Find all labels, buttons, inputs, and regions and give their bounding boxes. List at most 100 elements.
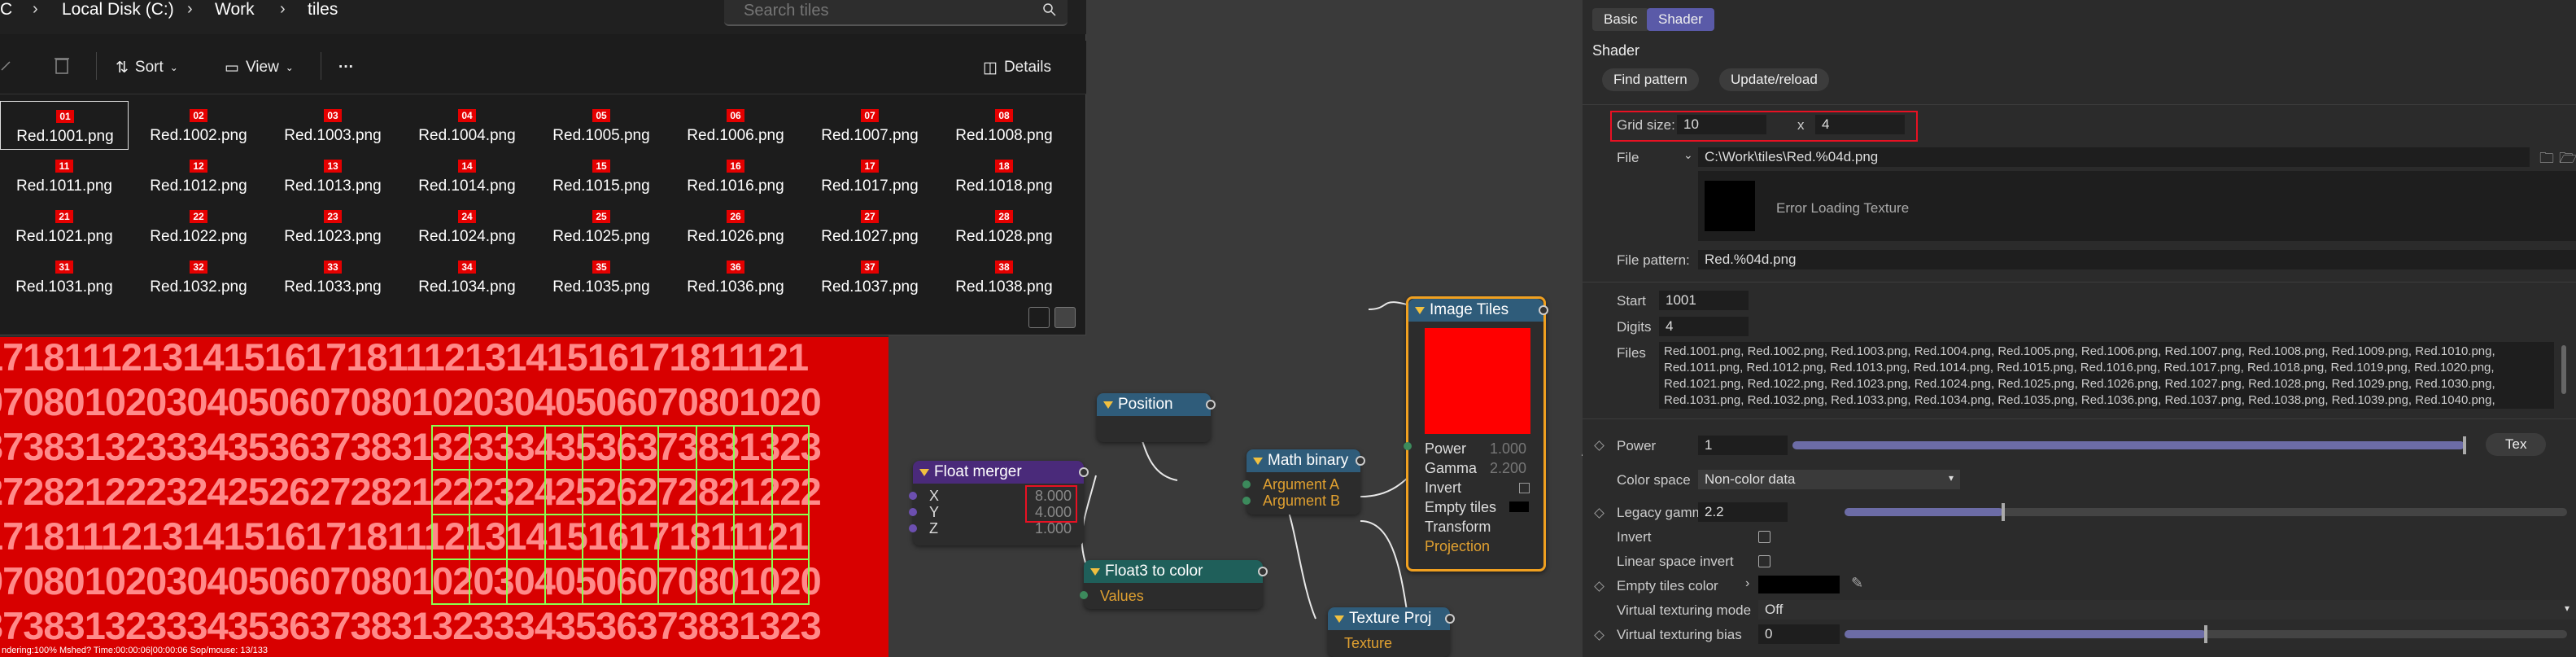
- output-port[interactable]: [1539, 305, 1548, 315]
- file-tile[interactable]: 28 Red.1028.png: [940, 202, 1068, 251]
- input-socket[interactable]: [1242, 497, 1251, 505]
- legacy-gamma-field[interactable]: [1698, 502, 1788, 522]
- view-button[interactable]: ▭ View ⌄: [225, 55, 294, 80]
- file-tile[interactable]: 18 Red.1018.png: [940, 151, 1068, 200]
- tab-basic[interactable]: Basic: [1592, 8, 1649, 31]
- tiles-view-button[interactable]: [1054, 307, 1076, 328]
- collapse-triangle-icon[interactable]: [1253, 457, 1263, 465]
- input-socket[interactable]: [909, 508, 917, 516]
- file-tile[interactable]: 05 Red.1005.png: [537, 101, 666, 150]
- power-value[interactable]: 1.000: [1490, 440, 1526, 458]
- file-tile[interactable]: 17 Red.1017.png: [806, 151, 934, 200]
- file-tile[interactable]: 01 Red.1001.png: [0, 101, 129, 150]
- input-z-value[interactable]: 1.000: [1035, 520, 1072, 537]
- grid-size-x-field[interactable]: [1677, 115, 1766, 134]
- folder-icon[interactable]: 🗀: [2539, 148, 2554, 173]
- linear-space-invert-checkbox[interactable]: [1758, 555, 1770, 567]
- file-tile[interactable]: 08 Red.1008.png: [940, 101, 1068, 150]
- slider-knob[interactable]: [2002, 503, 2006, 521]
- digits-field[interactable]: [1659, 317, 1749, 336]
- empty-tiles-swatch[interactable]: [1509, 502, 1529, 512]
- address-bar[interactable]: C › Local Disk (C:) › Work › tiles: [0, 0, 1086, 34]
- search-input[interactable]: [744, 2, 1012, 20]
- output-port[interactable]: [1445, 614, 1455, 624]
- input-socket[interactable]: [909, 524, 917, 532]
- node-texture-proj-header[interactable]: Texture Proj: [1328, 607, 1450, 630]
- node-float-merger[interactable]: Float merger X Y Z 8.000 4.000 1.000: [909, 461, 1089, 545]
- delete-icon[interactable]: [54, 55, 70, 75]
- vt-mode-dropdown[interactable]: Off ▾: [1758, 600, 2576, 620]
- node-image-tiles-header[interactable]: Image Tiles: [1408, 299, 1543, 322]
- collapse-triangle-icon[interactable]: [1334, 615, 1344, 623]
- file-tile[interactable]: 07 Red.1007.png: [806, 101, 934, 150]
- search-box[interactable]: [724, 0, 1068, 26]
- node-image-tiles[interactable]: Image Tiles Power 1.000 Gamma 2.200 Inve…: [1404, 296, 1548, 572]
- input-socket[interactable]: [1404, 442, 1412, 450]
- output-port[interactable]: [1258, 567, 1268, 576]
- file-explorer-window[interactable]: C › Local Disk (C:) › Work › tiles ⇅ Sor…: [0, 0, 1086, 335]
- slider-knob[interactable]: [2463, 436, 2466, 454]
- keyframe-diamond-icon[interactable]: [1594, 440, 1605, 451]
- folder-open-icon[interactable]: 🗁: [2559, 148, 2576, 173]
- find-pattern-button[interactable]: Find pattern: [1602, 68, 1699, 91]
- render-viewport[interactable]: 1718111213141516171811121314151617181112…: [0, 337, 889, 657]
- more-options-button[interactable]: ···: [338, 55, 354, 80]
- output-port[interactable]: [1206, 400, 1216, 410]
- file-tile[interactable]: 25 Red.1025.png: [537, 202, 666, 251]
- chevron-down-icon[interactable]: ⌄: [1683, 148, 1693, 162]
- file-tile[interactable]: 35 Red.1035.png: [537, 252, 666, 301]
- file-tile[interactable]: 36 Red.1036.png: [671, 252, 800, 301]
- tex-button[interactable]: Tex: [2486, 433, 2547, 456]
- file-tile[interactable]: 12 Red.1012.png: [134, 151, 263, 200]
- file-tile[interactable]: 38 Red.1038.png: [940, 252, 1068, 301]
- slider-knob[interactable]: [2204, 625, 2207, 643]
- grid-size-y-field[interactable]: [1815, 115, 1905, 134]
- file-tile[interactable]: 13 Red.1013.png: [269, 151, 397, 200]
- input-socket[interactable]: [1080, 591, 1088, 599]
- collapse-triangle-icon[interactable]: [919, 468, 929, 476]
- files-list[interactable]: Red.1001.png, Red.1002.png, Red.1003.png…: [1659, 342, 2554, 409]
- node-float3-to-color[interactable]: Float3 to color Values: [1080, 560, 1268, 609]
- invert-checkbox[interactable]: [1758, 531, 1770, 543]
- power-field[interactable]: [1698, 436, 1788, 455]
- file-tile[interactable]: 02 Red.1002.png: [134, 101, 263, 150]
- file-tile[interactable]: 22 Red.1022.png: [134, 202, 263, 251]
- keyframe-diamond-icon[interactable]: [1594, 581, 1605, 592]
- input-socket[interactable]: [1242, 480, 1251, 488]
- breadcrumb-item[interactable]: C: [0, 0, 12, 20]
- power-slider[interactable]: [1792, 436, 2466, 454]
- output-port[interactable]: [1079, 467, 1089, 477]
- file-tile[interactable]: 24 Red.1024.png: [403, 202, 531, 251]
- file-tile[interactable]: 32 Red.1032.png: [134, 252, 263, 301]
- file-tile[interactable]: 26 Red.1026.png: [671, 202, 800, 251]
- eyedropper-icon[interactable]: ✎: [1851, 575, 1863, 592]
- collapse-triangle-icon[interactable]: [1090, 567, 1100, 576]
- file-tile[interactable]: 03 Red.1003.png: [269, 101, 397, 150]
- collapse-triangle-icon[interactable]: [1103, 401, 1113, 409]
- file-tile[interactable]: 16 Red.1016.png: [671, 151, 800, 200]
- file-tile[interactable]: 11 Red.1011.png: [0, 151, 129, 200]
- file-tile[interactable]: 06 Red.1006.png: [671, 101, 800, 150]
- node-float-merger-header[interactable]: Float merger: [913, 461, 1084, 484]
- output-port[interactable]: [1356, 456, 1365, 466]
- tab-shader[interactable]: Shader: [1647, 8, 1714, 31]
- node-math-binary[interactable]: Math binary Argument A Argument B: [1242, 449, 1365, 515]
- file-tile[interactable]: 23 Red.1023.png: [269, 202, 397, 251]
- file-tile[interactable]: 21 Red.1021.png: [0, 202, 129, 251]
- search-icon[interactable]: [1043, 3, 1056, 16]
- file-pattern-field[interactable]: [1698, 250, 2576, 269]
- file-tile[interactable]: 31 Red.1031.png: [0, 252, 129, 301]
- update-reload-button[interactable]: Update/reload: [1719, 68, 1829, 91]
- sort-button[interactable]: ⇅ Sort ⌄: [116, 55, 178, 80]
- node-position-header[interactable]: Position: [1097, 393, 1211, 416]
- vt-bias-field[interactable]: [1758, 624, 1840, 644]
- chevron-right-icon[interactable]: ›: [1745, 576, 1749, 591]
- breadcrumb-item[interactable]: Local Disk (C:): [62, 0, 174, 20]
- details-button[interactable]: ◫ Details: [983, 55, 1051, 80]
- file-tile[interactable]: 27 Red.1027.png: [806, 202, 934, 251]
- collapse-triangle-icon[interactable]: [1415, 306, 1425, 314]
- node-float3-to-color-header[interactable]: Float3 to color: [1084, 560, 1263, 583]
- file-tile[interactable]: 33 Red.1033.png: [269, 252, 397, 301]
- keyframe-diamond-icon[interactable]: [1594, 630, 1605, 641]
- details-view-button[interactable]: [1028, 307, 1050, 328]
